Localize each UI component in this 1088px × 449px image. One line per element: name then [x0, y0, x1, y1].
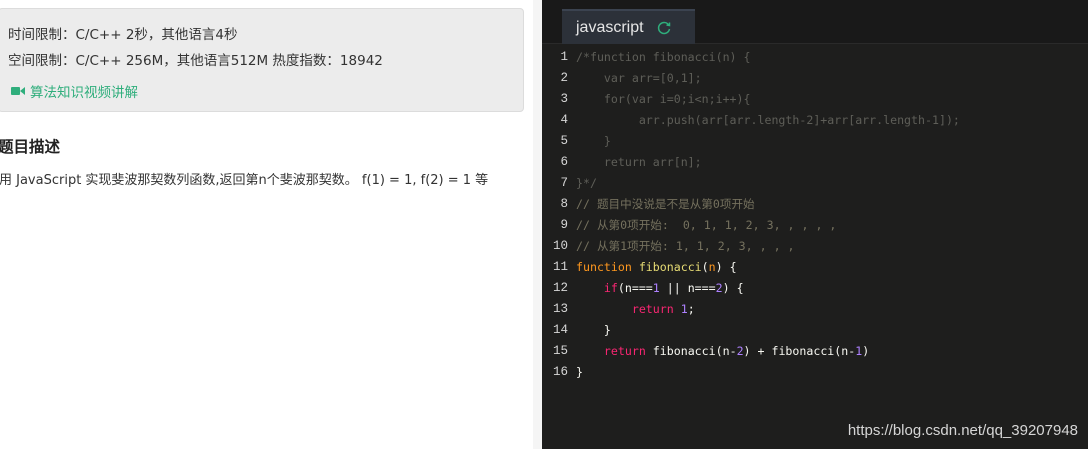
code-line: 9 // 从第0项开始: 0, 1, 1, 2, 3, , , , , [542, 215, 1088, 236]
code-text: return fibonacci(n-2) + fibonacci(n-1) [576, 341, 869, 362]
code-text: return 1; [576, 299, 695, 320]
code-token: function [576, 260, 639, 274]
section-title: 题目描述 [0, 138, 61, 156]
code-token: } [576, 365, 583, 379]
code-token: ) { [715, 260, 737, 274]
line-number: 4 [560, 113, 568, 127]
code-line: 13 return 1; [542, 299, 1088, 320]
tab-javascript[interactable]: javascript [562, 9, 695, 44]
code-token: n [708, 260, 716, 274]
problem-panel: 时间限制：C/C++ 2秒，其他语言4秒 空间限制：C/C++ 256M，其他语… [0, 0, 533, 449]
code-text: } [576, 131, 611, 152]
code-token: /*function fibonacci(n) { [576, 50, 751, 64]
code-line: 5 } [542, 131, 1088, 152]
code-area[interactable]: 1 /*function fibonacci(n) { 2 var arr=[0,1… [542, 47, 1088, 383]
problem-description: 用 JavaScript 实现斐波那契数列函数,返回第n个斐波那契数。 f(1)… [0, 173, 489, 188]
video-link-label: 算法知识视频讲解 [30, 85, 138, 101]
code-text: arr.push(arr[arr.length-2]+arr[arr.lengt… [576, 110, 960, 131]
code-line: 15 return fibonacci(n-2) + fibonacci(n-1… [542, 341, 1088, 362]
code-token: 1 [680, 302, 688, 316]
watermark-url: https://blog.csdn.net/qq_39207948 [847, 422, 1078, 439]
code-token: var arr=[0,1]; [576, 71, 702, 85]
line-number: 8 [560, 197, 568, 211]
space-limit: 空间限制：C/C++ 256M，其他语言512M 热度指数：18942 [8, 53, 383, 69]
code-token: for(var i=0;i<n;i++){ [576, 92, 751, 106]
code-line: 14 } [542, 320, 1088, 341]
line-number: 16 [552, 365, 568, 379]
code-text: for(var i=0;i<n;i++){ [576, 89, 751, 110]
code-text: // 题目中没说是不是从第0项开始 [576, 194, 755, 215]
code-text: function fibonacci(n) { [576, 257, 737, 278]
line-number: 7 [560, 176, 568, 190]
editor-tabbar: javascript [542, 0, 1088, 44]
line-number: 15 [552, 344, 568, 358]
line-number: 10 [552, 239, 568, 253]
line-number: 2 [560, 71, 568, 85]
code-token: // 题目中没说是不是从第0项开始 [576, 197, 755, 211]
code-line: 1 /*function fibonacci(n) { [542, 47, 1088, 68]
code-token: // 从第1项开始: 1, 1, 2, 3, , , , [576, 239, 795, 253]
refresh-icon[interactable] [656, 20, 672, 36]
code-token: return arr[n]; [576, 155, 702, 169]
code-token: fibonacci(n- [652, 344, 737, 358]
code-token: 2 [736, 344, 744, 358]
code-line: 3 for(var i=0;i<n;i++){ [542, 89, 1088, 110]
code-text: } [576, 362, 583, 383]
line-number: 11 [552, 260, 568, 274]
line-number: 13 [552, 302, 568, 316]
panel-divider[interactable] [533, 0, 542, 449]
code-token: ) { [722, 281, 744, 295]
code-token: fibonacci [638, 260, 702, 274]
code-token: } [576, 323, 611, 337]
code-line: 16} [542, 362, 1088, 383]
line-number: 3 [560, 92, 568, 106]
code-editor[interactable]: javascript 1 /*function fibonacci(n) { 2 v… [542, 0, 1088, 449]
code-token: arr.push(arr[arr.length-2]+arr[arr.lengt… [576, 113, 960, 127]
code-text: if(n===1 || n===2) { [576, 278, 744, 299]
code-token: // 从第0项开始: 0, 1, 1, 2, 3, , , , , [576, 218, 837, 232]
limits-box: 时间限制：C/C++ 2秒，其他语言4秒 空间限制：C/C++ 256M，其他语… [0, 8, 524, 112]
code-line: 12 if(n===1 || n===2) { [542, 278, 1088, 299]
code-token: return [631, 302, 681, 316]
code-token: ) + fibonacci(n- [743, 344, 856, 358]
code-text: }*/ [576, 173, 597, 194]
code-text: // 从第1项开始: 1, 1, 2, 3, , , , [576, 236, 795, 257]
code-token: || n=== [659, 281, 716, 295]
code-line: 2 var arr=[0,1]; [542, 68, 1088, 89]
code-token: }*/ [576, 176, 597, 190]
video-camera-icon [11, 86, 25, 96]
code-line: 11 function fibonacci(n) { [542, 257, 1088, 278]
code-token: ; [687, 302, 695, 316]
code-token: } [576, 134, 611, 148]
code-token: return [603, 344, 653, 358]
code-token: ) [862, 344, 870, 358]
code-token: ( [701, 260, 709, 274]
code-token: 1 [652, 281, 660, 295]
code-line: 6 return arr[n]; [542, 152, 1088, 173]
code-text: } [576, 320, 611, 341]
line-number: 6 [560, 155, 568, 169]
time-limit: 时间限制：C/C++ 2秒，其他语言4秒 [8, 27, 238, 43]
code-line: 7 }*/ [542, 173, 1088, 194]
language-label: javascript [576, 18, 644, 36]
code-text: // 从第0项开始: 0, 1, 1, 2, 3, , , , , [576, 215, 836, 236]
video-explanation-link[interactable]: 算法知识视频讲解 [11, 81, 138, 101]
code-line: 4 arr.push(arr[arr.length-2]+arr[arr.len… [542, 110, 1088, 131]
code-line: 8 // 题目中没说是不是从第0项开始 [542, 194, 1088, 215]
line-number: 14 [552, 323, 568, 337]
code-token: (n=== [617, 281, 653, 295]
code-token: 2 [715, 281, 723, 295]
line-number: 1 [560, 50, 568, 64]
code-text: return arr[n]; [576, 152, 702, 173]
code-text: var arr=[0,1]; [576, 68, 702, 89]
line-number: 12 [552, 281, 568, 295]
code-line: 10 // 从第1项开始: 1, 1, 2, 3, , , , [542, 236, 1088, 257]
line-number: 5 [560, 134, 568, 148]
line-number: 9 [560, 218, 568, 232]
code-token: if [603, 281, 618, 295]
code-text: /*function fibonacci(n) { [576, 47, 751, 68]
